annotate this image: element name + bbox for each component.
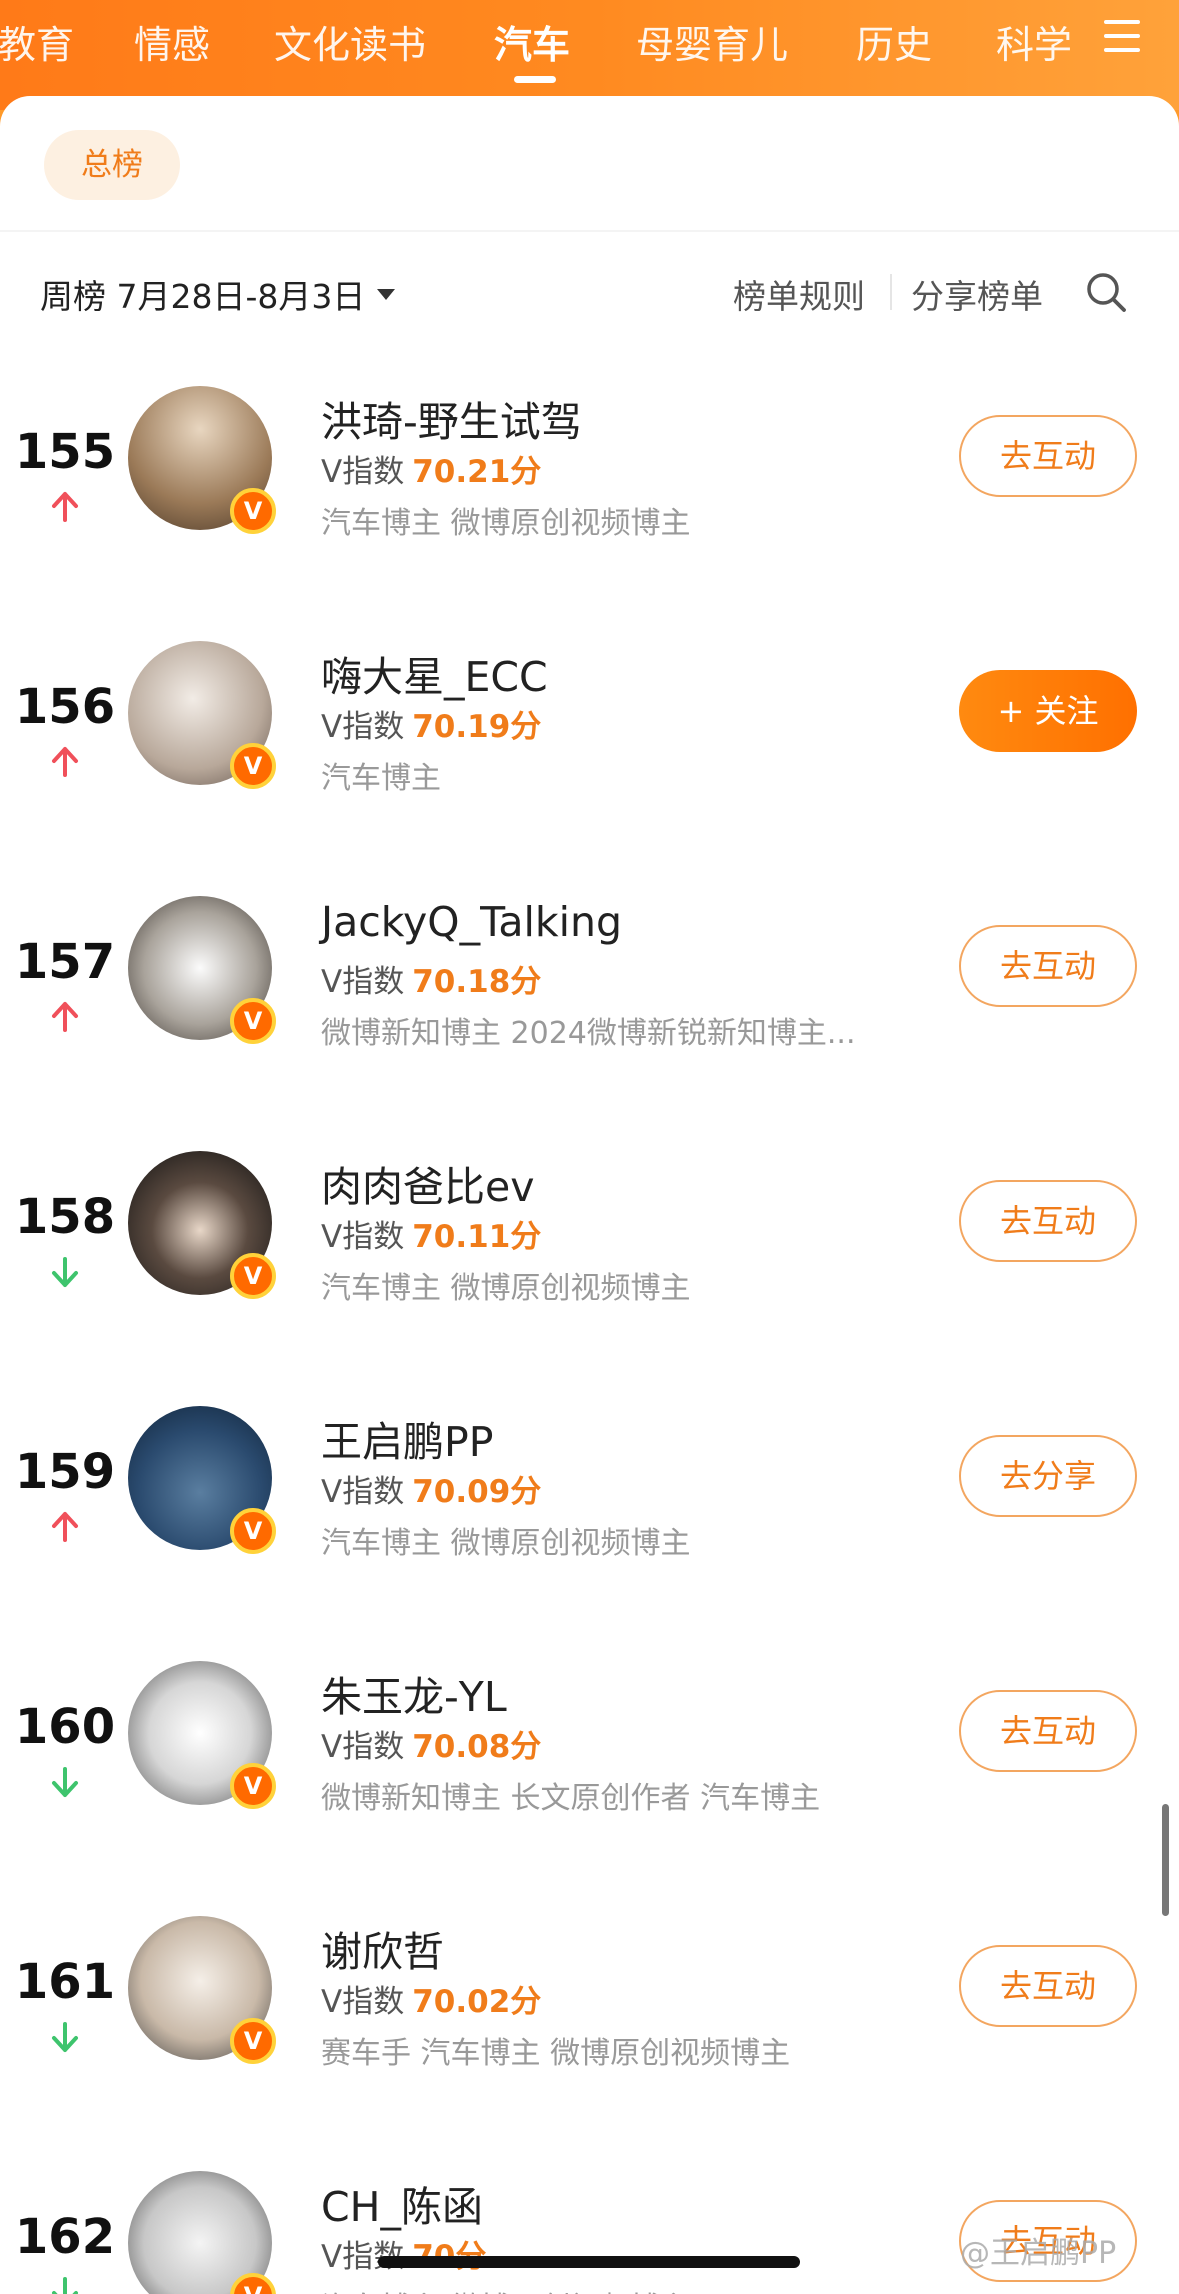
blogger-tags: 汽车博主 — [321, 761, 441, 796]
v-index: V指数 70.09分 — [321, 1466, 541, 1511]
active-tab-indicator — [514, 76, 556, 83]
blogger-name[interactable]: JackyQ_Talking — [321, 898, 622, 946]
v-index-label: V指数 — [321, 1474, 405, 1510]
tab-auto[interactable]: 汽车 — [494, 10, 570, 80]
rules-link[interactable]: 榜单规则 — [733, 270, 865, 318]
period-label: 周榜 7月28日-8月3日 — [40, 277, 366, 316]
verified-badge-icon: V — [230, 1253, 276, 1299]
v-index-score: 70.02分 — [412, 1984, 542, 2020]
blogger-name[interactable]: 洪琦-野生试驾 — [321, 388, 582, 448]
arrow-up-icon — [52, 1002, 78, 1032]
v-index-label: V指数 — [321, 454, 405, 490]
arrow-down-icon — [52, 1257, 78, 1287]
blogger-tags: 微博新知博主 长文原创作者 汽车博主 — [321, 1781, 821, 1816]
blogger-tags: 汽车博主 微博原创视频博主 — [321, 1271, 691, 1306]
v-index: V指数 70.18分 — [321, 956, 541, 1001]
verified-badge-icon: V — [230, 2018, 276, 2064]
blogger-name[interactable]: 王启鹏PP — [321, 1408, 493, 1468]
v-index-label: V指数 — [321, 964, 405, 1000]
menu-icon[interactable] — [1104, 20, 1140, 52]
interact-button[interactable]: 去互动 — [959, 1690, 1137, 1772]
blogger-tags: 微博新知博主 2024微博新锐新知博主... — [321, 1016, 856, 1051]
arrow-down-icon — [52, 2277, 78, 2294]
rank-number: 162 — [14, 2209, 116, 2265]
divider — [890, 274, 892, 310]
v-index: V指数70分 — [321, 2231, 486, 2276]
caret-down-icon — [377, 288, 396, 300]
v-index-score: 70.21分 — [412, 454, 542, 490]
arrow-down-icon — [52, 2022, 78, 2052]
v-index-score: 70.08分 — [412, 1729, 542, 1765]
v-index-score: 70.11分 — [412, 1219, 542, 1255]
follow-button[interactable]: + 关注 — [959, 670, 1137, 752]
v-index: V指数 70.19分 — [321, 701, 541, 746]
share-button[interactable]: 去分享 — [959, 1435, 1137, 1517]
verified-badge-icon: V — [230, 1508, 276, 1554]
tab-education[interactable]: 教育 — [0, 10, 74, 80]
v-index-score: 70.18分 — [412, 964, 542, 1000]
sub-tab-overall[interactable]: 总榜 — [44, 130, 180, 200]
verified-badge-icon: V — [230, 488, 276, 534]
tab-history[interactable]: 历史 — [856, 10, 932, 80]
rank-number: 156 — [14, 679, 116, 735]
arrow-down-icon — [52, 1767, 78, 1797]
verified-badge-icon: V — [230, 743, 276, 789]
v-index-label: V指数 — [321, 1729, 405, 1765]
v-index: V指数 70.11分 — [321, 1211, 541, 1256]
ranking-panel: 总榜 周榜 7月28日-8月3日 榜单规则 分享榜单 155 V 洪琦-野生试驾… — [0, 96, 1179, 2294]
blogger-name[interactable]: 肉肉爸比ev — [321, 1153, 535, 1213]
blogger-tags: 赛车手 汽车博主 微博原创视频博主 — [321, 2036, 791, 2071]
arrow-up-icon — [52, 492, 78, 522]
tab-parenting[interactable]: 母婴育儿 — [636, 10, 788, 80]
search-icon[interactable] — [1084, 270, 1128, 314]
watermark: @王启鹏PP — [960, 2236, 1117, 2271]
verified-badge-icon: V — [230, 1763, 276, 1809]
list-item[interactable]: 159 V 王启鹏PP V指数 70.09分 汽车博主 微博原创视频博主 去分享 — [0, 1402, 1179, 1602]
verified-badge-icon: V — [230, 998, 276, 1044]
period-selector[interactable]: 周榜 7月28日-8月3日 — [40, 270, 396, 318]
list-item[interactable]: 158 V 肉肉爸比ev V指数 70.11分 汽车博主 微博原创视频博主 去互动 — [0, 1147, 1179, 1347]
blogger-name[interactable]: 谢欣哲 — [321, 1918, 444, 1978]
v-index-score: 70.19分 — [412, 709, 542, 745]
blogger-name[interactable]: 嗨大星_ECC — [321, 643, 548, 703]
rank-number: 161 — [14, 1954, 116, 2010]
rank-number: 160 — [14, 1699, 116, 1755]
scrollbar[interactable] — [1162, 1804, 1169, 1916]
tab-emotion[interactable]: 情感 — [134, 10, 210, 80]
blogger-name[interactable]: CH_陈函 — [321, 2173, 483, 2233]
v-index-label: V指数 — [321, 1219, 405, 1255]
v-index: V指数 70.08分 — [321, 1721, 541, 1766]
arrow-up-icon — [52, 1512, 78, 1542]
v-index: V指数 70.02分 — [321, 1976, 541, 2021]
rank-number: 158 — [14, 1189, 116, 1245]
v-index: V指数 70.21分 — [321, 446, 541, 491]
list-item[interactable]: 155 V 洪琦-野生试驾 V指数 70.21分 汽车博主 微博原创视频博主 去互… — [0, 382, 1179, 582]
v-index-label: V指数 — [321, 1984, 405, 2020]
blogger-tags: 汽车博主 微博原创视频博主 — [321, 2283, 691, 2294]
interact-button[interactable]: 去互动 — [959, 415, 1137, 497]
blogger-tags: 汽车博主 微博原创视频博主 — [321, 506, 691, 541]
list-item[interactable]: 160 V 朱玉龙-YL V指数 70.08分 微博新知博主 长文原创作者 汽车博… — [0, 1657, 1179, 1857]
rank-number: 159 — [14, 1444, 116, 1500]
home-indicator — [378, 2256, 800, 2268]
share-ranking-link[interactable]: 分享榜单 — [911, 270, 1043, 318]
rank-number: 157 — [14, 934, 116, 990]
v-index-score: 70.09分 — [412, 1474, 542, 1510]
tab-culture-reading[interactable]: 文化读书 — [274, 10, 426, 80]
rank-number: 155 — [14, 424, 116, 480]
list-item[interactable]: 161 V 谢欣哲 V指数 70.02分 赛车手 汽车博主 微博原创视频博主 去互… — [0, 1912, 1179, 2112]
blogger-tags: 汽车博主 微博原创视频博主 — [321, 1526, 691, 1561]
v-index-label: V指数 — [321, 709, 405, 745]
category-tab-bar: 教育 情感 文化读书 汽车 母婴育儿 历史 科学 — [0, 0, 1179, 110]
interact-button[interactable]: 去互动 — [959, 1180, 1137, 1262]
list-item[interactable]: 157 V JackyQ_Talking V指数 70.18分 微博新知博主 20… — [0, 892, 1179, 1092]
blogger-name[interactable]: 朱玉龙-YL — [321, 1663, 507, 1723]
divider — [0, 230, 1179, 232]
interact-button[interactable]: 去互动 — [959, 925, 1137, 1007]
list-item[interactable]: 156 V 嗨大星_ECC V指数 70.19分 汽车博主 + 关注 — [0, 637, 1179, 837]
arrow-up-icon — [52, 747, 78, 777]
tab-science[interactable]: 科学 — [996, 10, 1072, 80]
interact-button[interactable]: 去互动 — [959, 1945, 1137, 2027]
